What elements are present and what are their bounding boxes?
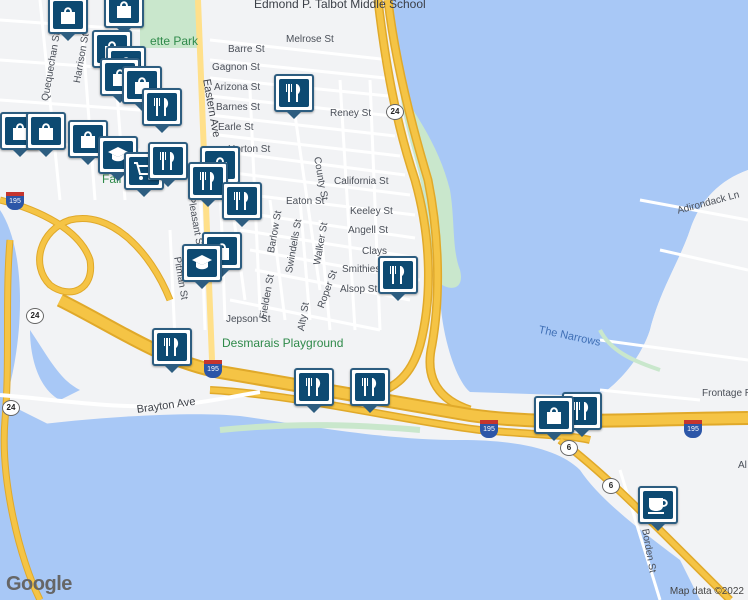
- street-label: Keeley St: [350, 206, 393, 217]
- fork-knife-icon: [306, 378, 321, 396]
- route-24-shield: 24: [2, 400, 20, 416]
- shopping-bag-icon: [39, 123, 53, 140]
- street-label: Arizona St: [214, 82, 261, 93]
- shopping-pin[interactable]: [48, 0, 88, 41]
- restaurant-pin[interactable]: [294, 368, 334, 413]
- route-24-shield: 24: [26, 308, 44, 324]
- fork-knife-icon: [154, 98, 169, 116]
- restaurant-pin[interactable]: [350, 368, 390, 413]
- interstate-195-shield: 195: [6, 192, 24, 210]
- fork-knife-icon: [362, 378, 377, 396]
- street-label: Smithies: [342, 264, 381, 275]
- playground-label: Desmarais Playground: [222, 336, 344, 350]
- shopping-bag-icon: [81, 131, 95, 148]
- graduation-cap-icon: [192, 255, 212, 270]
- street-label: Alsop St: [340, 284, 378, 295]
- route-24-shield: 24: [386, 104, 404, 120]
- restaurant-pin[interactable]: [152, 328, 192, 373]
- street-label: Barnes St: [216, 102, 260, 113]
- interstate-195-shield: 195: [684, 420, 702, 438]
- google-logo: Google: [6, 573, 72, 595]
- fork-knife-icon: [234, 192, 249, 210]
- street-label: Earle St: [218, 122, 254, 133]
- street-label: California St: [334, 176, 389, 187]
- restaurant-pin[interactable]: [148, 142, 188, 187]
- fork-knife-icon: [390, 266, 405, 284]
- shopping-pin[interactable]: [26, 112, 66, 157]
- map-attribution: Map data ©2022: [669, 586, 744, 597]
- restaurant-pin[interactable]: [142, 88, 182, 133]
- shopping-bag-icon: [547, 407, 561, 424]
- restaurant-pin[interactable]: [274, 74, 314, 119]
- shopping-pin[interactable]: [534, 396, 574, 441]
- interstate-195-shield: 195: [204, 360, 222, 378]
- street-label: Frontage R: [702, 388, 748, 399]
- street-label: Gagnon St: [212, 62, 260, 73]
- fork-knife-icon: [160, 152, 175, 170]
- park-label: ette Park: [150, 34, 199, 48]
- route-6-shield: 6: [602, 478, 620, 494]
- interstate-195-shield: 195: [480, 420, 498, 438]
- street-label: Reney St: [330, 108, 372, 119]
- route-6-shield: 6: [560, 440, 578, 456]
- shopping-bag-icon: [117, 1, 131, 18]
- street-label: Barre St: [228, 44, 265, 55]
- shopping-bag-icon: [61, 7, 75, 24]
- street-label: Melrose St: [286, 34, 334, 45]
- street-label: Angell St: [348, 225, 389, 236]
- restaurant-pin[interactable]: [222, 182, 262, 227]
- fork-knife-icon: [286, 84, 301, 102]
- restaurant-pin[interactable]: [378, 256, 418, 301]
- shopping-pin[interactable]: [104, 0, 144, 35]
- cafe-pin[interactable]: [638, 486, 678, 531]
- coffee-cup-icon: [648, 498, 668, 514]
- school-label: Edmond P. Talbot Middle School: [254, 0, 426, 11]
- fork-knife-icon: [164, 338, 179, 356]
- street-label: Al: [738, 460, 747, 471]
- fork-knife-icon: [574, 402, 589, 420]
- school-pin[interactable]: [182, 244, 222, 289]
- fork-knife-icon: [200, 172, 215, 190]
